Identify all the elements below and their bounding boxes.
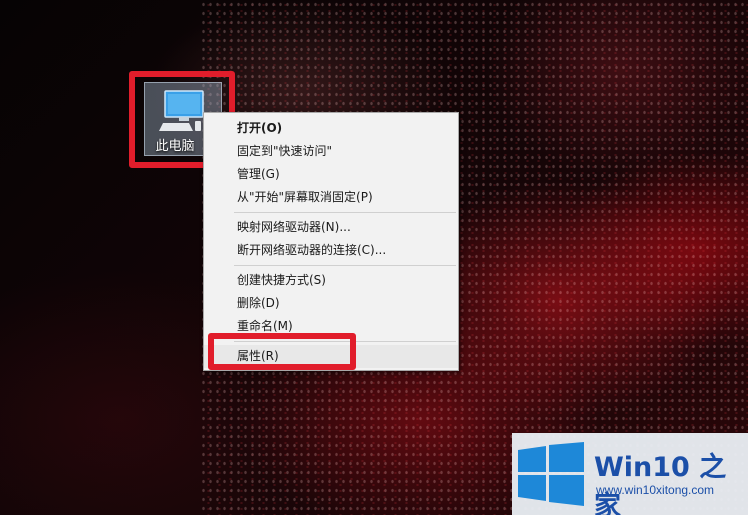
watermark-url: www.win10xitong.com [596,483,715,497]
menu-item-create-shortcut[interactable]: 创建快捷方式(S) [204,269,458,292]
menu-item-map-drive[interactable]: 映射网络驱动器(N)... [204,216,458,239]
menu-item-open[interactable]: 打开(O) [204,117,458,140]
watermark: Win10 之家 www.win10xitong.com [512,433,748,515]
menu-item-pin-quick-access[interactable]: 固定到"快速访问" [204,140,458,163]
windows-logo-icon [518,442,584,506]
menu-separator [234,212,456,213]
menu-item-disconnect-drive[interactable]: 断开网络驱动器的连接(C)... [204,239,458,262]
watermark-title: Win10 之家 [594,452,727,515]
menu-item-manage[interactable]: 管理(G) [204,163,458,186]
menu-separator [234,265,456,266]
menu-item-delete[interactable]: 删除(D) [204,292,458,315]
menu-item-unpin-start[interactable]: 从"开始"屏幕取消固定(P) [204,186,458,209]
properties-highlight-box [208,333,356,370]
